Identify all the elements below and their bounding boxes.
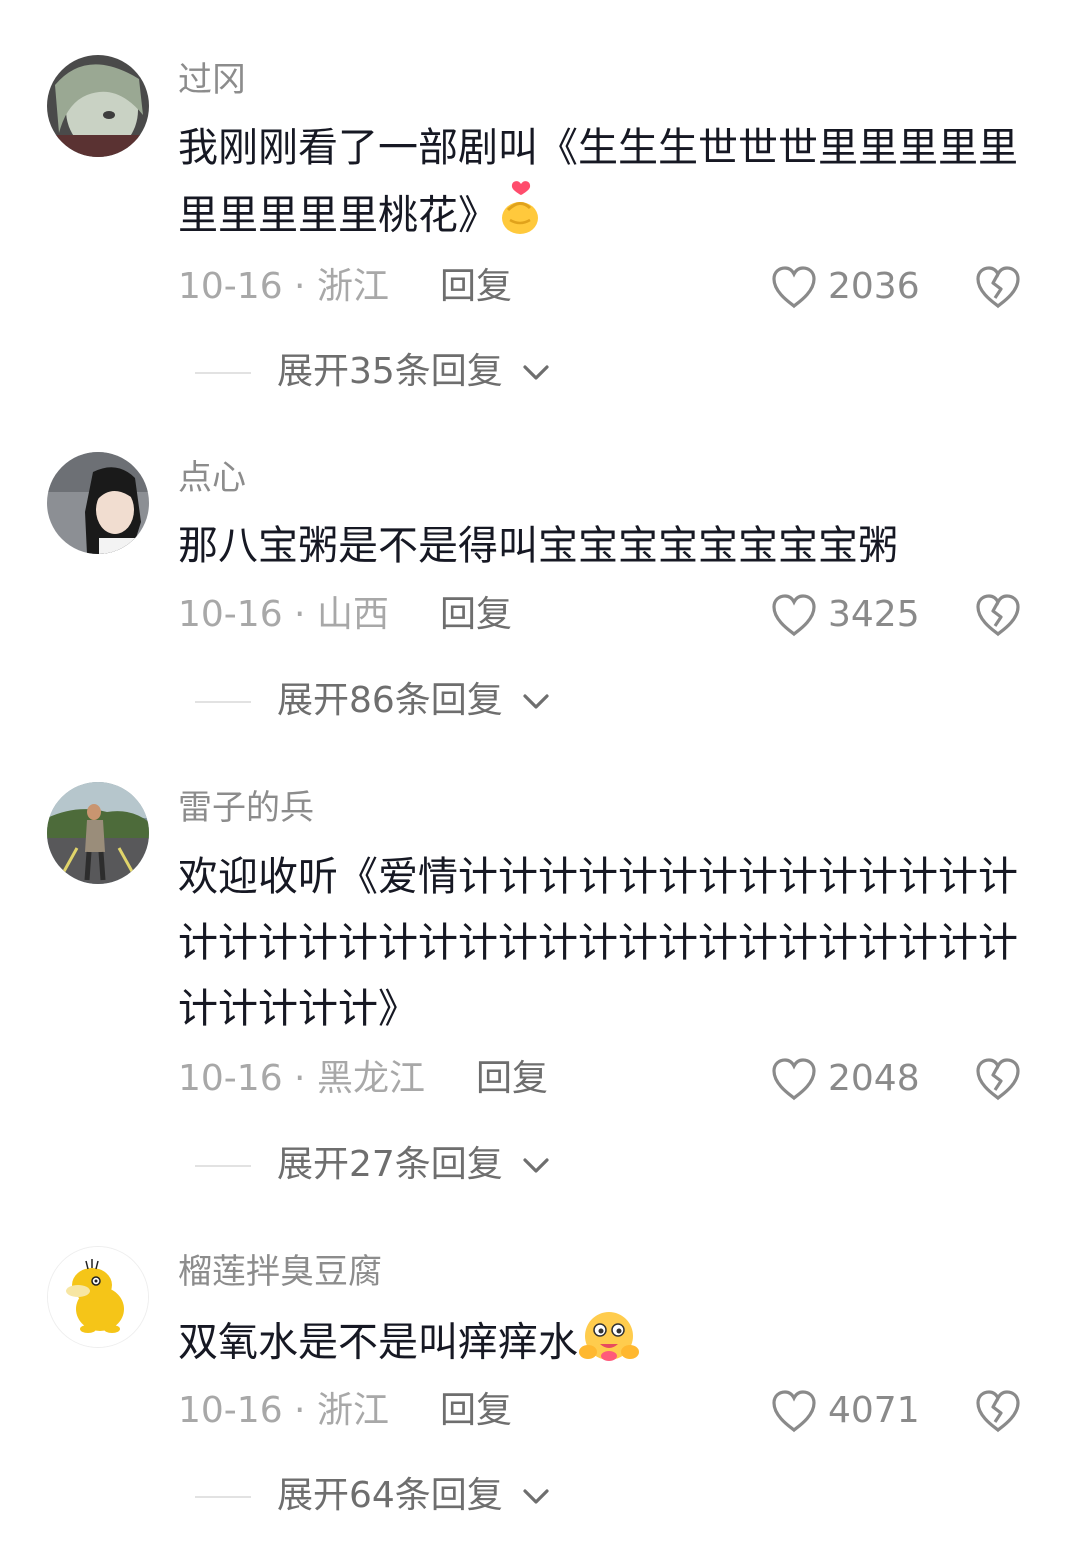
divider-line xyxy=(195,1165,251,1167)
reply-button[interactable]: 回复 xyxy=(440,262,512,312)
dislike-button[interactable] xyxy=(974,264,1022,314)
comment-date-location: 10-16 · 浙江 xyxy=(178,266,389,307)
broken-heart-icon xyxy=(976,266,1020,309)
comment-meta: 10-16 · 浙江 回复 4071 xyxy=(178,1386,1038,1436)
broken-heart-icon xyxy=(976,594,1020,637)
heart-icon xyxy=(772,594,816,637)
comment-date-location: 10-16 · 浙江 xyxy=(178,1390,389,1431)
expand-replies-label: 展开27条回复 xyxy=(277,1144,503,1185)
reply-button[interactable]: 回复 xyxy=(440,1386,512,1436)
avatar[interactable] xyxy=(47,452,149,554)
chevron-down-icon xyxy=(523,694,549,709)
finger-heart-emoji xyxy=(498,180,544,255)
avatar[interactable] xyxy=(47,782,149,884)
comment-text: 双氧水是不是叫痒痒水 xyxy=(178,1306,1048,1383)
chevron-down-icon xyxy=(523,1158,549,1173)
expand-replies-label: 展开86条回复 xyxy=(277,680,503,721)
dislike-button[interactable] xyxy=(974,1388,1022,1438)
heart-icon xyxy=(772,1058,816,1101)
like-count: 4071 xyxy=(828,1390,920,1431)
hugging-face-emoji xyxy=(578,1306,640,1383)
comment-meta: 10-16 · 浙江 回复 2036 xyxy=(178,262,1038,312)
comment-text-body: 双氧水是不是叫痒痒水 xyxy=(178,1319,578,1366)
comment-text-body: 那八宝粥是不是得叫宝宝宝宝宝宝宝宝粥 xyxy=(178,523,898,569)
comment-meta: 10-16 · 山西 回复 3425 xyxy=(178,590,1038,640)
reply-button[interactable]: 回复 xyxy=(476,1054,548,1104)
dislike-button[interactable] xyxy=(974,592,1022,642)
comment-username[interactable]: 过冈 xyxy=(178,60,246,100)
comment-text: 我刚刚看了一部剧叫《生生生世世世里里里里里里里里里里桃花》 xyxy=(178,116,1048,255)
avatar[interactable] xyxy=(47,1246,149,1348)
expand-replies-label: 展开35条回复 xyxy=(277,351,503,392)
comment-username[interactable]: 榴莲拌臭豆腐 xyxy=(178,1252,382,1292)
comment-text-body: 欢迎收听《爱情计计计计计计计计计计计计计计计计计计计计计计计计计计计计计计计计计… xyxy=(178,854,1018,1032)
broken-heart-icon xyxy=(976,1058,1020,1101)
comment-date-location: 10-16 · 黑龙江 xyxy=(178,1058,425,1099)
comment-text: 那八宝粥是不是得叫宝宝宝宝宝宝宝宝粥 xyxy=(178,514,1048,578)
expand-replies-label: 展开64条回复 xyxy=(277,1475,503,1516)
chevron-down-icon xyxy=(523,365,549,380)
broken-heart-icon xyxy=(976,1390,1020,1433)
divider-line xyxy=(195,1496,251,1498)
comment-date-location: 10-16 · 山西 xyxy=(178,594,389,635)
divider-line xyxy=(195,701,251,703)
like-count: 3425 xyxy=(828,594,920,635)
avatar[interactable] xyxy=(47,55,149,157)
divider-line xyxy=(195,372,251,374)
heart-icon xyxy=(772,266,816,309)
comment-username[interactable]: 雷子的兵 xyxy=(178,788,314,828)
comment-meta: 10-16 · 黑龙江 回复 2048 xyxy=(178,1054,1038,1104)
reply-button[interactable]: 回复 xyxy=(440,590,512,640)
comment-username[interactable]: 点心 xyxy=(178,458,246,498)
heart-icon xyxy=(772,1390,816,1433)
like-count: 2036 xyxy=(828,266,920,307)
comment-text-body: 我刚刚看了一部剧叫《生生生世世世里里里里里里里里里里桃花》 xyxy=(178,125,1018,239)
dislike-button[interactable] xyxy=(974,1056,1022,1106)
chevron-down-icon xyxy=(523,1489,549,1504)
comment-text: 欢迎收听《爱情计计计计计计计计计计计计计计计计计计计计计计计计计计计计计计计计计… xyxy=(178,844,1040,1042)
like-count: 2048 xyxy=(828,1058,920,1099)
